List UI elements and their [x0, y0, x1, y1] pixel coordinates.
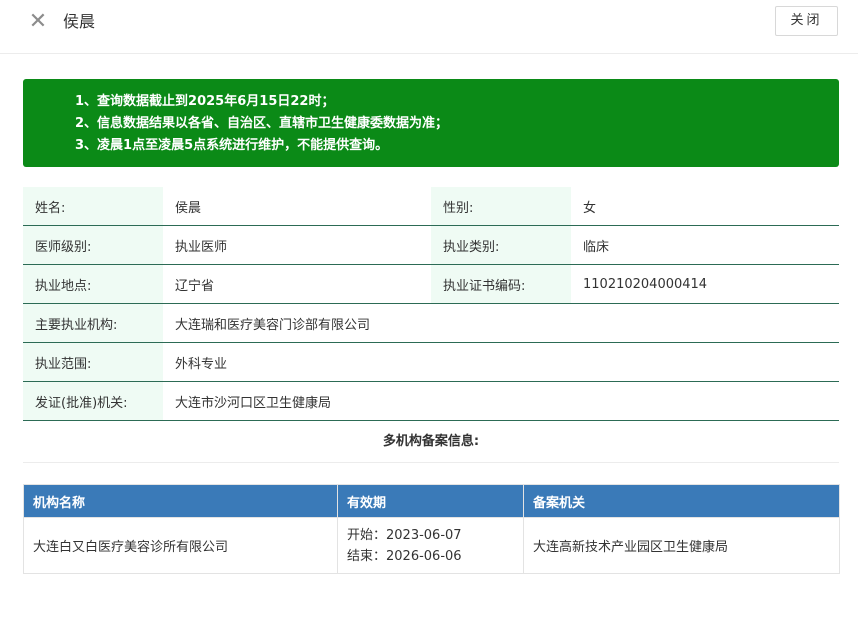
gender-label: 性别: [431, 187, 571, 226]
validity-start: 开始：2023-06-07 [347, 527, 462, 543]
category-label: 执业类别: [431, 225, 571, 265]
column-header-authority: 备案机关 [523, 484, 840, 518]
info-row: 医师级别: 执业医师 执业类别: 临床 [23, 225, 839, 265]
close-icon[interactable]: ✕ [28, 11, 48, 33]
dialog-title: 侯晨 [63, 12, 96, 31]
notice-line: 1、查询数据截止到2025年6月15日22时； [75, 94, 335, 109]
cert-value: 110210204000414 [571, 264, 839, 304]
level-value: 执业医师 [163, 225, 431, 265]
scope-value: 外科专业 [163, 342, 839, 382]
issuer-value: 大连市沙河口区卫生健康局 [163, 381, 839, 421]
notice-line: 2、信息数据结果以各省、自治区、直辖市卫生健康委数据为准； [75, 116, 449, 131]
doctor-info-table: 姓名: 侯晨 性别: 女 医师级别: 执业医师 执业类别: 临床 执业地点: 辽… [23, 187, 839, 421]
info-row: 执业范围: 外科专业 [23, 342, 839, 382]
multi-institution-table: 机构名称 有效期 备案机关 大连白又白医疗美容诊所有限公司 开始：2023-06… [23, 484, 840, 574]
info-row: 主要执业机构: 大连瑞和医疗美容门诊部有限公司 [23, 303, 839, 343]
name-label: 姓名: [23, 187, 163, 226]
cert-label: 执业证书编码: [431, 264, 571, 304]
notice-line: 3、凌晨1点至凌晨5点系统进行维护，不能提供查询。 [75, 138, 389, 153]
dialog-header: ✕ 侯晨 关闭 [0, 0, 858, 54]
column-header-validity: 有效期 [337, 484, 524, 518]
location-value: 辽宁省 [163, 264, 431, 304]
gender-value: 女 [571, 187, 839, 226]
notice-banner: 1、查询数据截止到2025年6月15日22时； 2、信息数据结果以各省、自治区、… [23, 79, 839, 167]
category-value: 临床 [571, 225, 839, 265]
multi-institution-title: 多机构备案信息: [23, 421, 839, 463]
column-header-name: 机构名称 [23, 484, 338, 518]
org-validity: 开始：2023-06-07 结束：2026-06-06 [337, 517, 524, 574]
info-row: 发证(批准)机关: 大连市沙河口区卫生健康局 [23, 381, 839, 421]
name-value: 侯晨 [163, 187, 431, 226]
institution-label: 主要执业机构: [23, 303, 163, 343]
scope-label: 执业范围: [23, 342, 163, 382]
info-row: 姓名: 侯晨 性别: 女 [23, 187, 839, 226]
close-button[interactable]: 关闭 [775, 6, 838, 36]
issuer-label: 发证(批准)机关: [23, 381, 163, 421]
validity-end: 结束：2026-06-06 [347, 548, 462, 564]
info-row: 执业地点: 辽宁省 执业证书编码: 110210204000414 [23, 264, 839, 304]
institution-value: 大连瑞和医疗美容门诊部有限公司 [163, 303, 839, 343]
level-label: 医师级别: [23, 225, 163, 265]
table-header-row: 机构名称 有效期 备案机关 [23, 484, 840, 518]
location-label: 执业地点: [23, 264, 163, 304]
table-row: 大连白又白医疗美容诊所有限公司 开始：2023-06-07 结束：2026-06… [23, 517, 840, 574]
org-authority: 大连高新技术产业园区卫生健康局 [523, 517, 840, 574]
org-name: 大连白又白医疗美容诊所有限公司 [23, 517, 338, 574]
